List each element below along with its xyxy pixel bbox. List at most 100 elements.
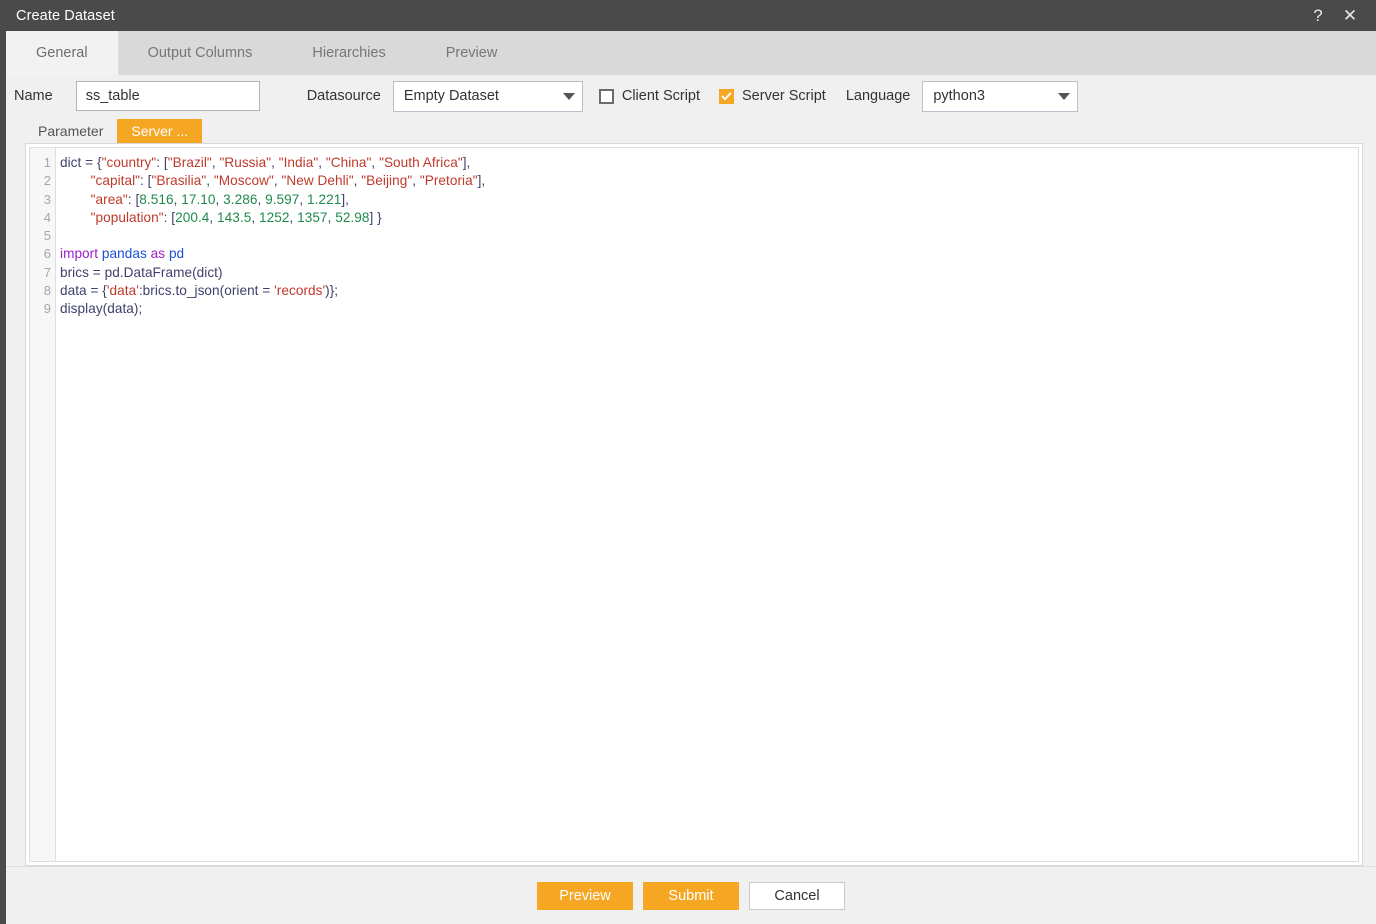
code-token: 9.597 <box>265 191 300 207</box>
code-token: "area" <box>90 191 128 207</box>
code-token: ] } <box>369 209 382 225</box>
name-label: Name <box>14 88 53 104</box>
dialog-body: General Output Columns Hierarchies Previ… <box>0 31 1376 924</box>
close-glyph: ✕ <box>1342 5 1358 25</box>
help-icon[interactable]: ? <box>1302 0 1334 31</box>
code-token: 143.5 <box>217 209 252 225</box>
code-token: "Beijing" <box>361 173 413 189</box>
client-script-label: Client Script <box>621 88 701 104</box>
code-token: , <box>371 155 380 170</box>
code-token: 52.98 <box>335 209 370 225</box>
submit-button[interactable]: Submit <box>643 881 739 910</box>
tab-output-columns-label: Output Columns <box>147 45 253 61</box>
subtab-parameter[interactable]: Parameter <box>24 119 118 143</box>
subtab-server-script-label: Server ... <box>131 123 189 139</box>
code-line: display(data); <box>60 300 1358 318</box>
question-mark-glyph: ? <box>1313 5 1323 25</box>
language-select[interactable]: python3 <box>922 80 1079 112</box>
code-token: :brics.to_json(orient = <box>138 283 275 299</box>
content-column: General Output Columns Hierarchies Previ… <box>6 31 1376 924</box>
code-token: pandas <box>101 246 151 262</box>
dialog-footer: Preview Submit Cancel <box>6 866 1376 924</box>
close-icon[interactable]: ✕ <box>1334 0 1366 31</box>
code-line: import pandas as pd <box>60 245 1358 263</box>
tab-general[interactable]: General <box>6 31 118 75</box>
code-token: as <box>150 246 169 262</box>
code-token: , <box>289 209 298 225</box>
code-token: import <box>60 246 102 262</box>
line-number: 5 <box>43 228 51 244</box>
code-token: "New Dehli" <box>281 173 354 189</box>
code-line: data = {'data':brics.to_json(orient = 'r… <box>60 282 1358 300</box>
line-number: 7 <box>43 264 51 280</box>
code-token: dict = { <box>60 155 102 170</box>
code-token: 1252 <box>258 209 290 225</box>
code-token: "country" <box>101 155 157 170</box>
code-token: brics = pd.DataFrame(dict) <box>60 264 223 280</box>
subtab-parameter-label: Parameter <box>38 123 104 139</box>
line-number: 8 <box>43 283 51 299</box>
subtab-server-script[interactable]: Server ... <box>117 119 203 143</box>
code-token: ], <box>462 155 471 170</box>
cancel-button[interactable]: Cancel <box>749 881 845 910</box>
code-token: , <box>271 155 279 170</box>
tab-output-columns[interactable]: Output Columns <box>118 31 283 75</box>
code-token: , <box>412 173 420 189</box>
code-token: )}; <box>325 283 339 299</box>
client-script-checkbox[interactable]: Client Script <box>598 88 701 104</box>
code-token: "population" <box>90 209 164 225</box>
check-icon <box>721 91 732 100</box>
code-token: "capital" <box>90 173 141 189</box>
code-token: display(data); <box>60 301 143 317</box>
tab-hierarchies[interactable]: Hierarchies <box>282 31 415 75</box>
code-token: , <box>318 155 326 170</box>
code-line: "capital": ["Brasilia", "Moscow", "New D… <box>60 172 1358 190</box>
code-token: 8.516 <box>139 191 174 207</box>
code-token: , <box>215 191 224 207</box>
script-editor[interactable]: 1 2 3 4 5 6 7 8 9 dict = {"country": ["Brazil", … <box>29 147 1359 862</box>
code-token: data = { <box>60 283 107 299</box>
code-token: "Brasilia" <box>151 173 207 189</box>
code-token: : [ <box>156 155 168 170</box>
line-number-gutter: 1 2 3 4 5 6 7 8 9 <box>30 148 56 861</box>
code-line: "population": [200.4, 143.5, 1252, 1357,… <box>60 209 1358 227</box>
line-number: 6 <box>43 246 51 262</box>
tab-hierarchies-label: Hierarchies <box>312 45 386 61</box>
tab-preview[interactable]: Preview <box>416 31 528 75</box>
tab-general-label: General <box>36 45 88 61</box>
code-token: , <box>257 191 266 207</box>
name-input[interactable] <box>75 81 260 111</box>
script-editor-container: 1 2 3 4 5 6 7 8 9 dict = {"country": ["Brazil", … <box>25 143 1363 866</box>
window-title: Create Dataset <box>16 7 115 24</box>
server-script-label: Server Script <box>742 88 826 104</box>
title-bar: Create Dataset ? ✕ <box>0 0 1376 31</box>
code-token: , <box>209 209 218 225</box>
tab-preview-label: Preview <box>445 45 498 61</box>
code-token: pd <box>168 246 185 262</box>
datasource-select[interactable]: Empty Dataset <box>392 80 583 112</box>
line-number: 3 <box>43 191 51 207</box>
code-area[interactable]: dict = {"country": ["Brazil", "Russia", … <box>56 148 1358 861</box>
code-token: , <box>299 191 308 207</box>
preview-button[interactable]: Preview <box>537 881 633 910</box>
code-token: ], <box>341 191 349 207</box>
checkbox-box-server <box>719 88 735 104</box>
line-number: 4 <box>43 209 51 225</box>
code-token: , <box>206 173 214 189</box>
code-token: 17.10 <box>181 191 216 207</box>
code-token: "Moscow" <box>213 173 274 189</box>
server-script-checkbox[interactable]: Server Script <box>719 88 826 104</box>
code-token: "South Africa" <box>379 155 463 170</box>
line-number: 9 <box>43 301 51 317</box>
code-token: 200.4 <box>175 209 210 225</box>
script-sub-tab-bar: Parameter Server ... <box>6 119 1376 143</box>
code-token: 'data' <box>106 283 139 299</box>
code-token: "China" <box>325 155 372 170</box>
code-token: "Pretoria" <box>419 173 478 189</box>
tab-bar-filler <box>527 31 1376 75</box>
checkbox-box-client <box>598 88 614 104</box>
language-select-value: python3 <box>933 88 985 104</box>
